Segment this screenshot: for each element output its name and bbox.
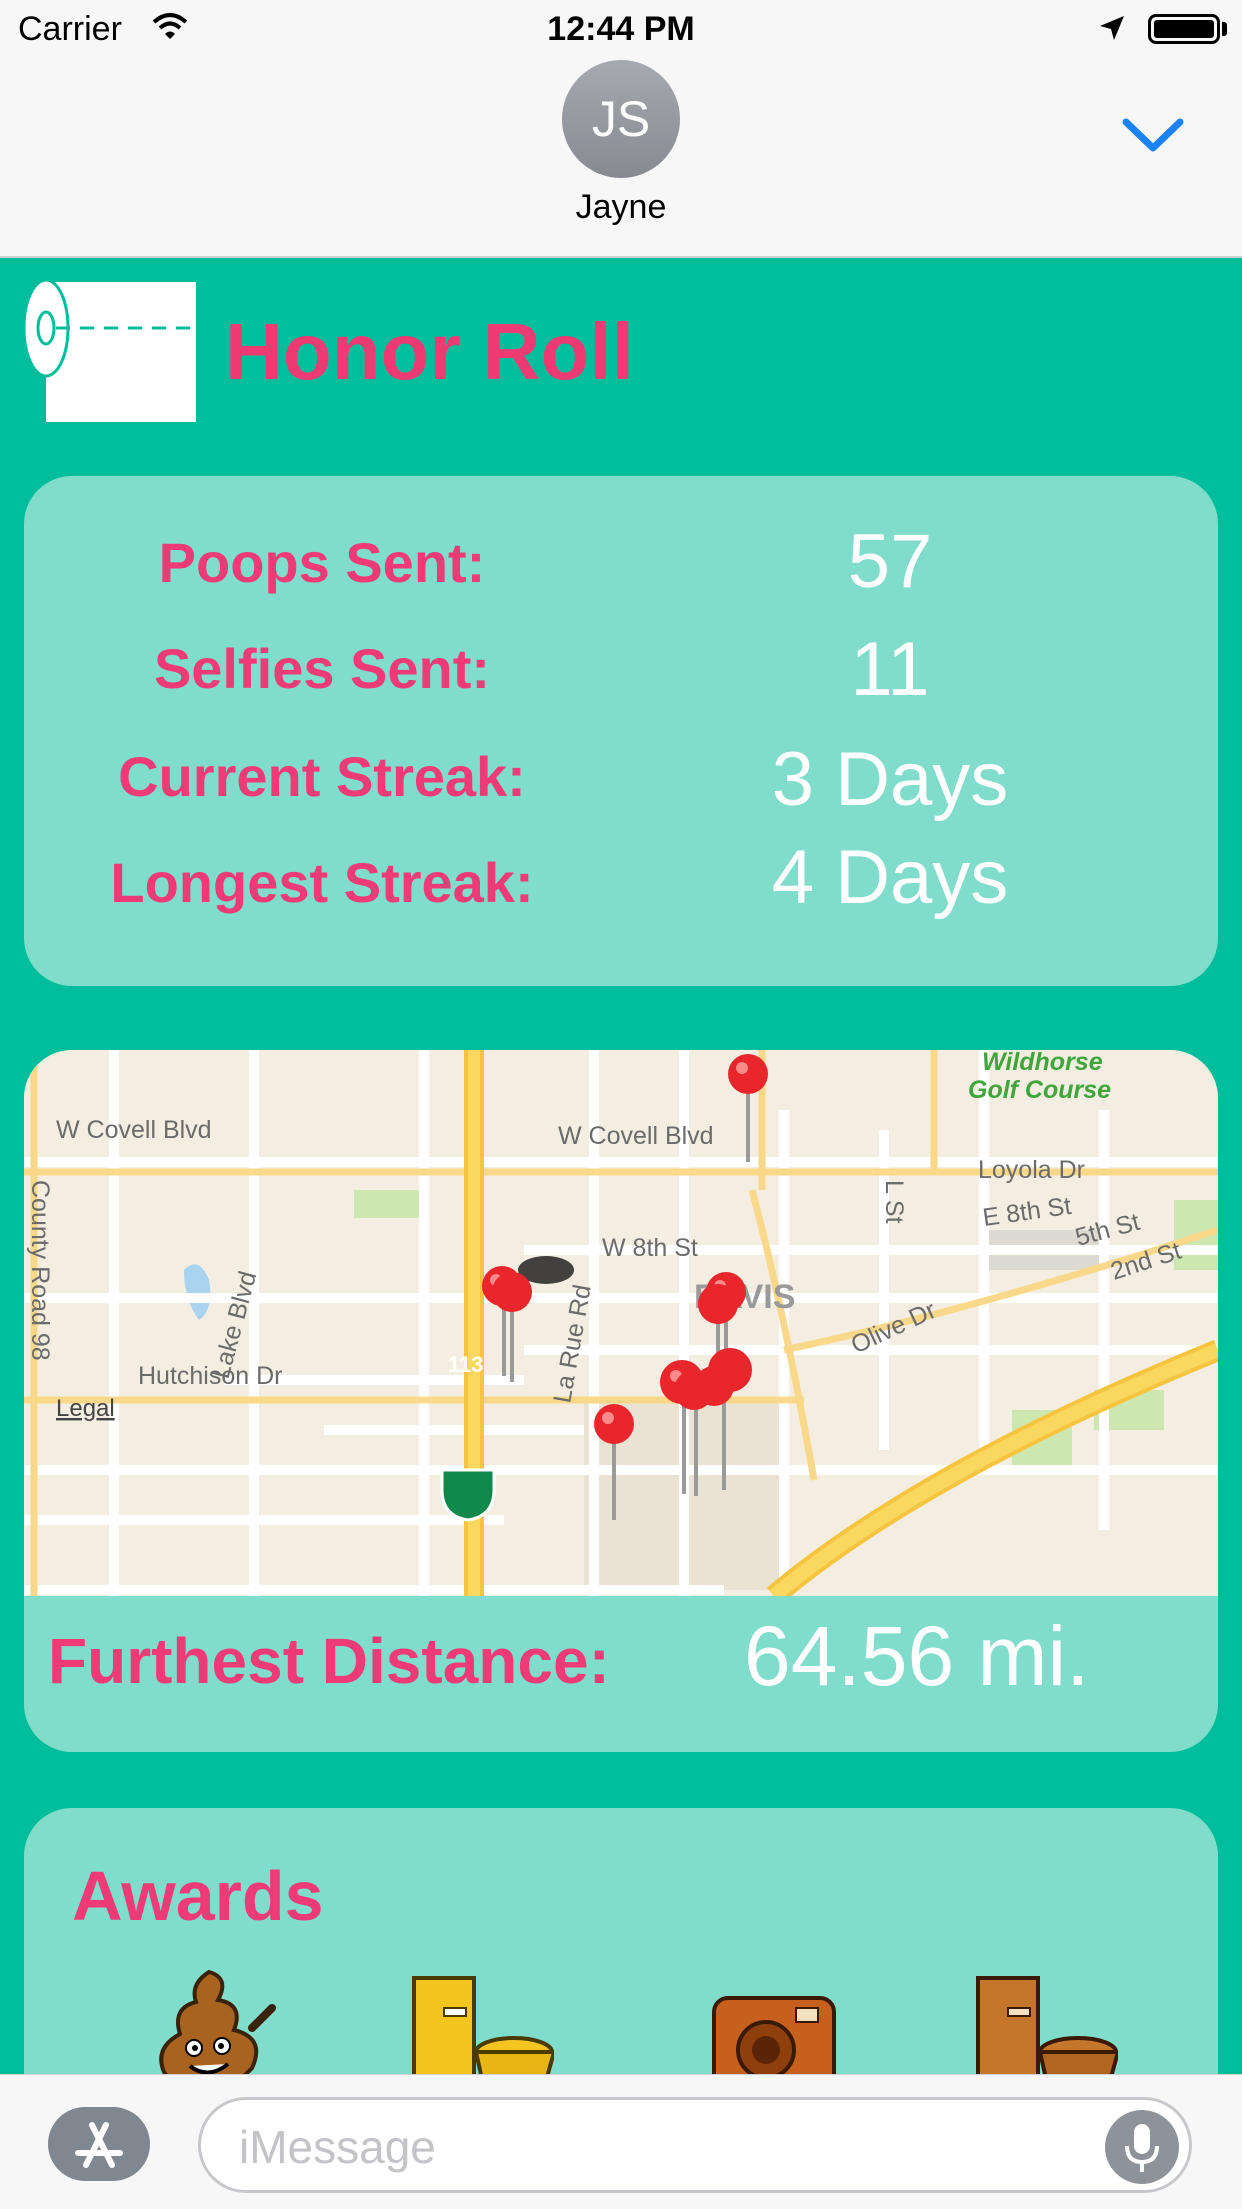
microphone-button[interactable] xyxy=(1105,2110,1179,2184)
furthest-distance-label: Furthest Distance: xyxy=(48,1625,610,1697)
battery-tip xyxy=(1222,22,1227,36)
legal-link: Legal xyxy=(56,1395,115,1422)
collapse-chevron-icon[interactable] xyxy=(1118,104,1188,164)
map-label: County Road 98 xyxy=(26,1180,54,1361)
compose-bar xyxy=(0,2074,1242,2209)
route-113-shield xyxy=(440,1468,496,1522)
longest-streak-label: Longest Streak: xyxy=(110,851,534,914)
message-input[interactable] xyxy=(237,2116,1041,2178)
map-label: W 8th St xyxy=(602,1234,698,1262)
selfies-sent-value: 11 xyxy=(850,627,930,712)
app-store-icon xyxy=(75,2122,123,2168)
honor-roll-title: Honor Roll xyxy=(225,307,634,396)
map-label: Hutchison Dr xyxy=(138,1362,283,1390)
stats-card: Poops Sent: 57 Selfies Sent: 11 Current … xyxy=(24,476,1218,986)
park-area xyxy=(354,1190,424,1218)
map-label: Golf Course xyxy=(968,1076,1111,1104)
map-label: Loyola Dr xyxy=(978,1156,1085,1184)
microphone-icon xyxy=(1125,2124,1159,2172)
current-streak-value: 3 Days xyxy=(771,737,1009,822)
map-label: E 8th St xyxy=(981,1192,1073,1232)
selfies-sent-label: Selfies Sent: xyxy=(153,637,491,700)
bronze-toilet-award-icon[interactable] xyxy=(968,1968,1118,2074)
lake-water xyxy=(184,1264,211,1320)
current-streak-label: Current Streak: xyxy=(118,745,526,808)
toilet-paper-roll-icon xyxy=(22,278,196,422)
camera-award-icon[interactable] xyxy=(696,1968,846,2074)
map-label: W Covell Blvd xyxy=(56,1116,212,1144)
map-label: L St xyxy=(880,1180,908,1224)
contact-avatar[interactable]: JS xyxy=(562,60,680,178)
poops-sent-label: Poops Sent: xyxy=(158,531,486,594)
message-field[interactable] xyxy=(198,2097,1192,2193)
conversation-header: JS Jayne xyxy=(0,58,1242,258)
map-label: W Covell Blvd xyxy=(558,1122,714,1150)
longest-streak-value: 4 Days xyxy=(771,835,1009,920)
gold-toilet-award-icon[interactable] xyxy=(404,1968,554,2074)
map-card: Wildhorse Golf Course W Covell Blvd W Co… xyxy=(24,1050,1218,1752)
battery-icon xyxy=(1148,14,1220,44)
awards-card: Awards xyxy=(24,1808,1218,2074)
app-extension-content: Honor Roll Poops Sent: 57 Selfies Sent: … xyxy=(0,258,1242,2074)
route-113-label: 113 xyxy=(448,1352,484,1377)
contact-name[interactable]: Jayne xyxy=(0,188,1242,227)
map-graphics: Wildhorse Golf Course W Covell Blvd W Co… xyxy=(24,1050,1218,1596)
status-bar: Carrier 12:44 PM xyxy=(0,0,1242,58)
map-label: Wildhorse xyxy=(982,1050,1103,1076)
poop-award-icon[interactable] xyxy=(134,1968,284,2074)
clock: 12:44 PM xyxy=(547,10,695,48)
poops-sent-value: 57 xyxy=(847,519,933,604)
map-view[interactable]: Wildhorse Golf Course W Covell Blvd W Co… xyxy=(24,1050,1218,1596)
awards-title: Awards xyxy=(72,1857,324,1935)
furthest-distance-value: 64.56 mi. xyxy=(744,1609,1090,1703)
location-arrow-icon xyxy=(1100,16,1124,40)
app-store-button[interactable] xyxy=(48,2107,150,2181)
map-label: 2nd St xyxy=(1107,1237,1184,1286)
